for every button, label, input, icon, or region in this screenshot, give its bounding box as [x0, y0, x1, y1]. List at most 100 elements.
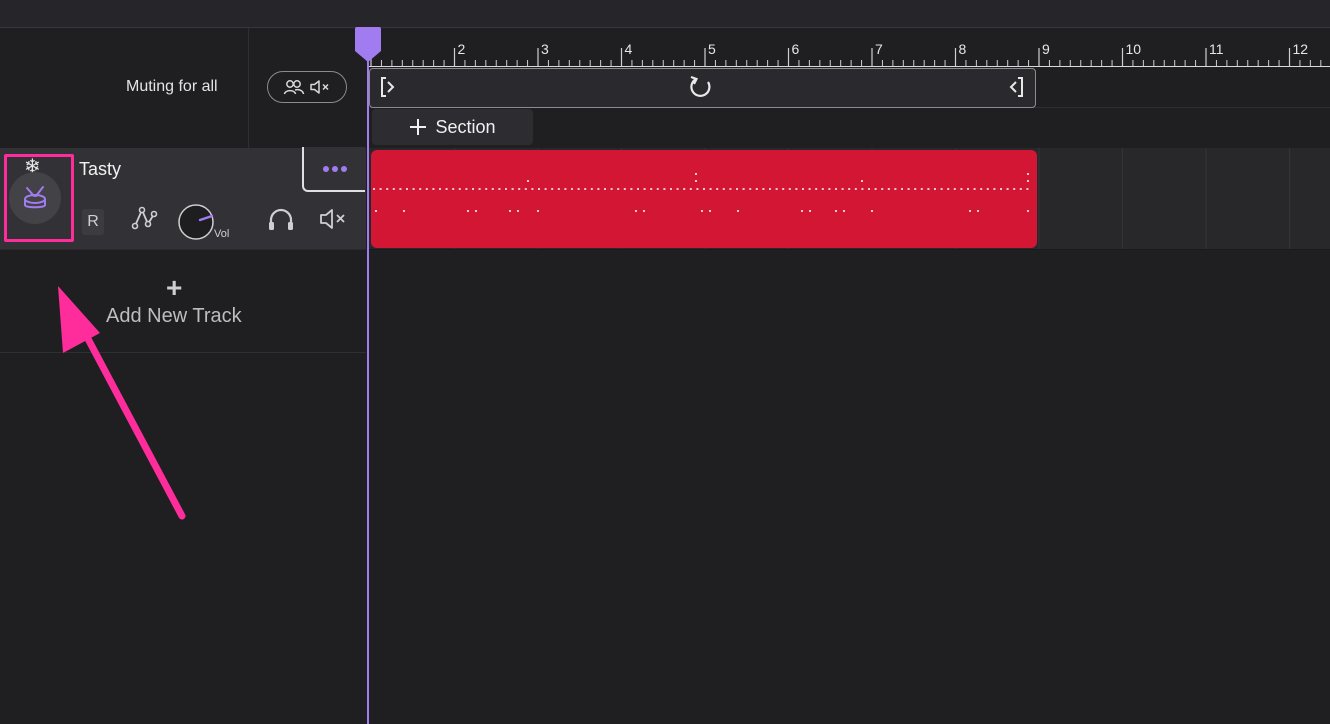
note [392, 188, 395, 190]
note [491, 188, 494, 190]
note [635, 210, 637, 212]
plus-icon [410, 119, 427, 135]
ruler-ticks: 2 3 4 5 6 7 8 9 10 11 12 [370, 41, 1322, 66]
note [907, 188, 910, 190]
bar-number: 12 [1293, 41, 1309, 57]
note [927, 188, 930, 190]
note [375, 210, 377, 212]
note [571, 188, 573, 190]
volume-knob[interactable] [176, 202, 216, 242]
record-arm-button[interactable]: R [82, 209, 104, 235]
note [901, 188, 903, 190]
note [452, 188, 455, 190]
note [894, 188, 897, 190]
note [517, 210, 519, 212]
note [538, 188, 540, 190]
loop-end-bracket-icon[interactable] [1006, 76, 1024, 98]
note [887, 188, 890, 190]
note [604, 188, 606, 190]
note [475, 210, 477, 212]
note [709, 188, 712, 190]
note [762, 188, 765, 190]
top-bar [0, 0, 1330, 28]
note [960, 188, 963, 190]
note [505, 188, 507, 190]
note [656, 188, 659, 190]
track-name[interactable]: Tasty [79, 159, 121, 180]
note [683, 188, 686, 190]
playhead-handle[interactable] [354, 27, 382, 63]
note [403, 210, 405, 212]
bar-number: 2 [458, 41, 466, 57]
note [969, 210, 971, 212]
volume-label: Vol [214, 228, 230, 240]
note [472, 188, 474, 190]
note [537, 210, 539, 212]
speaker-muted-icon[interactable] [318, 206, 348, 232]
timeline-ruler[interactable]: 2 3 4 5 6 7 8 9 10 11 12 [368, 28, 1330, 67]
add-new-track-button[interactable] [0, 250, 366, 353]
note [871, 210, 873, 212]
note [637, 188, 639, 190]
note [564, 188, 567, 190]
note [399, 188, 402, 190]
note [518, 188, 521, 190]
note [874, 188, 877, 190]
note [617, 188, 620, 190]
note [788, 188, 791, 190]
note [465, 188, 468, 190]
note [980, 188, 983, 190]
note [386, 188, 389, 190]
note [828, 188, 831, 190]
note [709, 210, 711, 212]
note [524, 188, 527, 190]
note [1000, 188, 1002, 190]
note [485, 188, 488, 190]
add-section-button[interactable]: Section [372, 109, 533, 145]
note [670, 188, 672, 190]
loop-start-bracket-icon[interactable] [380, 76, 398, 98]
more-dots-icon [322, 165, 347, 172]
note [1027, 173, 1029, 175]
note [1019, 188, 1022, 190]
note [802, 188, 804, 190]
note [967, 188, 969, 190]
note [993, 188, 996, 190]
add-track-label: Add New Track [106, 305, 242, 327]
note [590, 188, 593, 190]
note [425, 188, 428, 190]
note [458, 188, 461, 190]
note [808, 188, 811, 190]
note [973, 188, 976, 190]
note [1027, 180, 1029, 182]
note [597, 188, 600, 190]
note [742, 188, 745, 190]
note [432, 188, 435, 190]
note [663, 188, 666, 190]
headphones-icon[interactable] [267, 206, 295, 232]
note [467, 210, 469, 212]
note [623, 188, 626, 190]
loop-cycle-icon[interactable] [688, 74, 714, 100]
bar-number: 9 [1042, 41, 1050, 57]
mute-for-all-toggle[interactable] [267, 71, 347, 103]
bar-number: 6 [792, 41, 800, 57]
note [841, 188, 844, 190]
bar-number: 3 [541, 41, 549, 57]
automation-icon[interactable] [131, 204, 159, 232]
note [544, 188, 547, 190]
note [769, 188, 771, 190]
daw-app: Muting for all 2 3 4 5 6 7 8 9 10 11 12 Secti [0, 0, 1330, 724]
note [722, 188, 725, 190]
note [1006, 188, 1009, 190]
note [703, 188, 705, 190]
midi-clip[interactable] [371, 150, 1037, 248]
note [868, 188, 870, 190]
muting-label: Muting for all [126, 78, 218, 95]
note [815, 188, 818, 190]
note [577, 188, 580, 190]
note [531, 188, 534, 190]
track-more-button[interactable] [302, 147, 365, 192]
note [406, 188, 408, 190]
note [782, 188, 785, 190]
